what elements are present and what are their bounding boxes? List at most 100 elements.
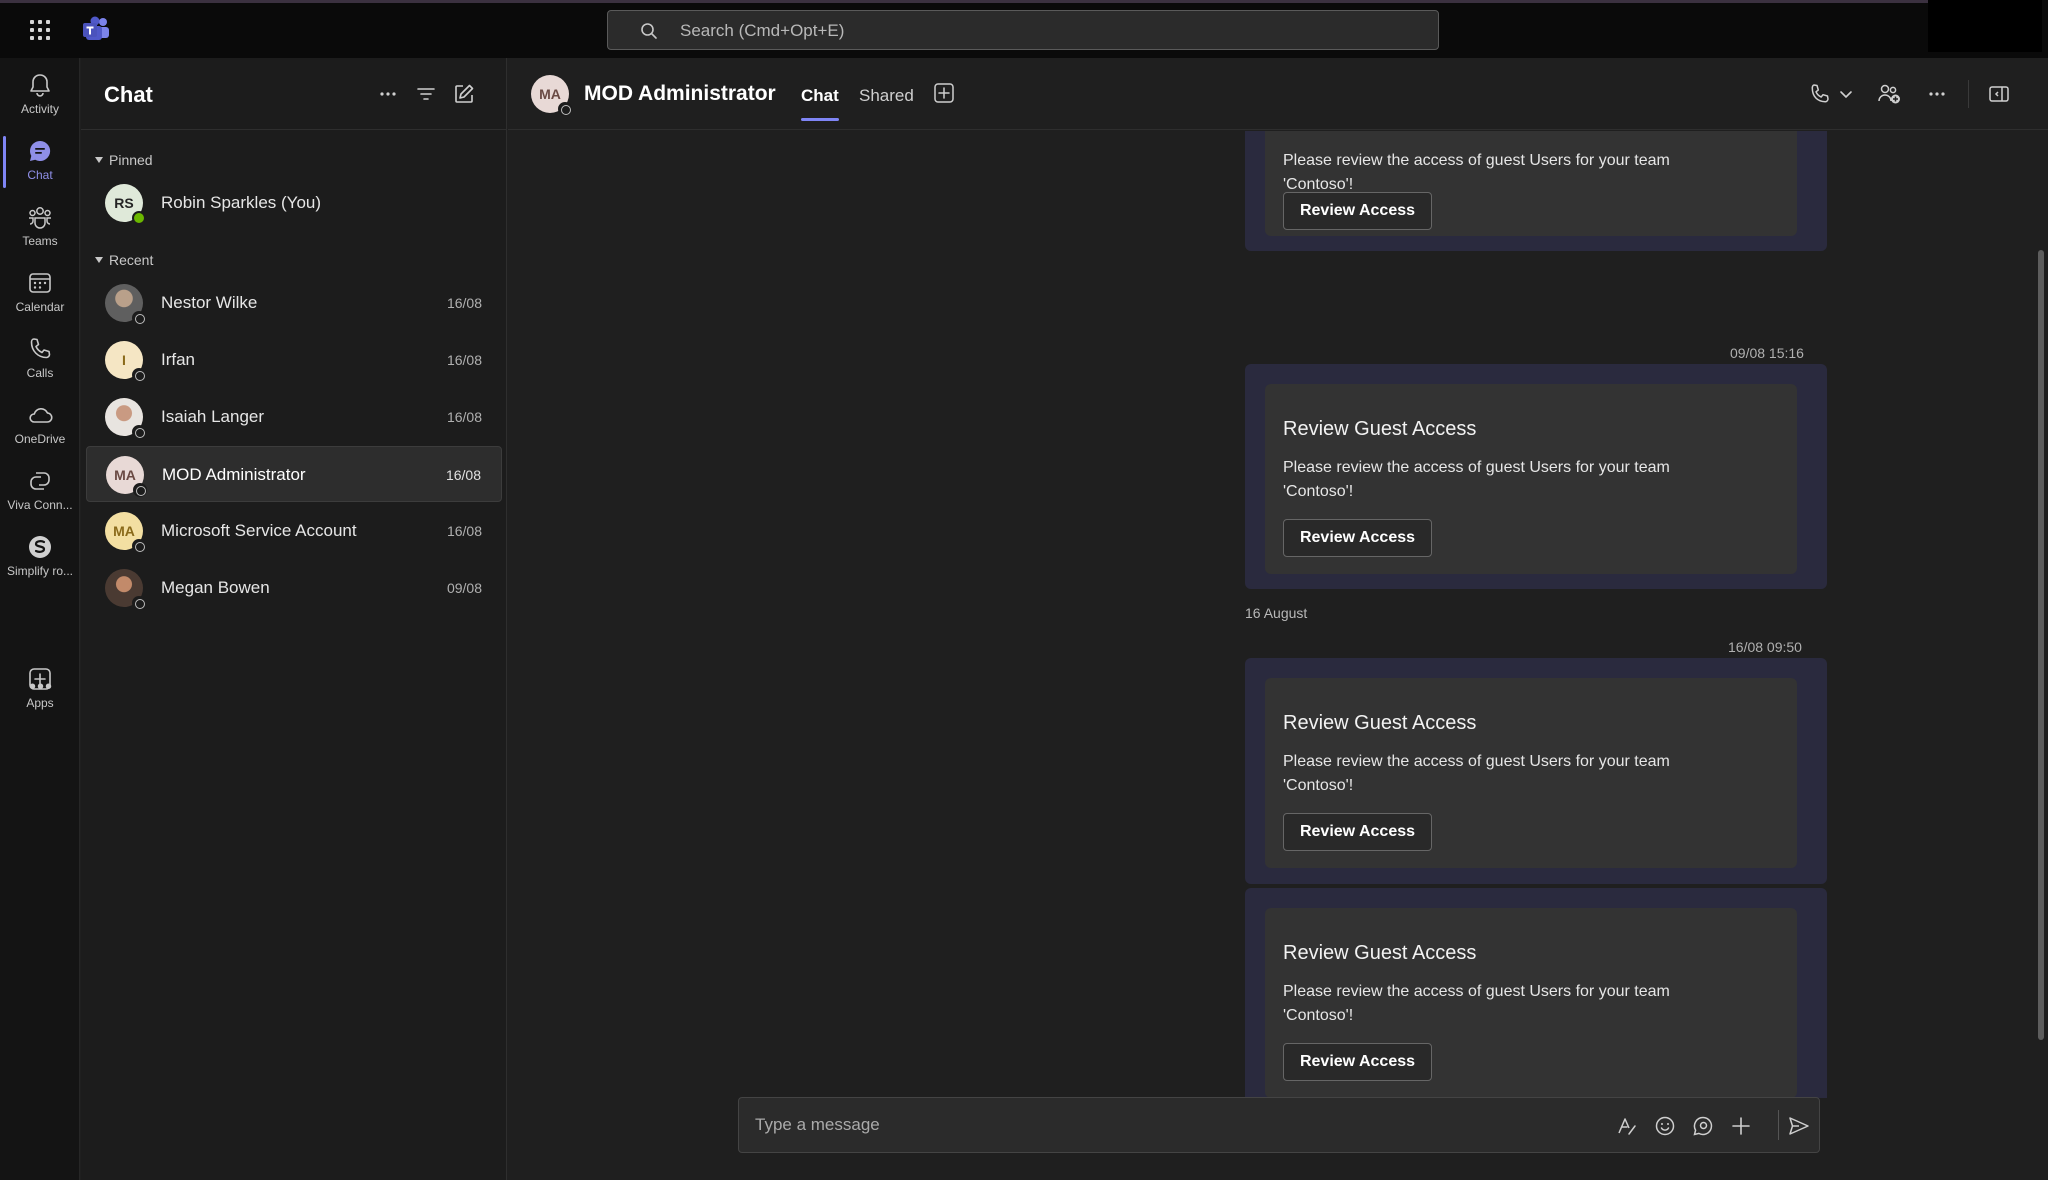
rail-item-apps[interactable]: Apps [0, 658, 80, 720]
filter-icon[interactable] [414, 82, 438, 106]
tab-shared[interactable]: Shared [859, 86, 914, 106]
app-rail: Activity Chat Teams Calendar Calls OneDr… [0, 58, 80, 1180]
chat-row-megan-bowen[interactable]: Megan Bowen 09/08 [86, 560, 502, 616]
plus-icon[interactable] [1729, 1114, 1753, 1138]
avatar: RS [105, 184, 146, 225]
add-tab-icon[interactable] [933, 82, 955, 104]
avatar-photo [105, 398, 146, 439]
message-thread: Please review the access of guest Users … [508, 131, 2048, 1098]
conversation-avatar[interactable]: MA [531, 75, 572, 116]
card-body: Please review the access of guest Users … [1283, 459, 1670, 500]
conversation-pane: MA MOD Administrator Chat Shared Please … [508, 58, 2048, 1180]
chat-row-name: Nestor Wilke [161, 293, 258, 312]
tab-chat[interactable]: Chat [801, 86, 839, 121]
more-options-icon[interactable] [376, 82, 400, 106]
rail-item-teams[interactable]: Teams [0, 196, 80, 258]
conversation-title: MOD Administrator [584, 82, 776, 105]
thread-scrollbar[interactable] [2038, 250, 2044, 1040]
search-icon [641, 23, 657, 39]
review-access-button[interactable]: Review Access [1283, 813, 1432, 851]
composer-placeholder: Type a message [755, 1115, 880, 1134]
adaptive-card: Review Guest Access Please review the ac… [1265, 678, 1797, 868]
chat-row-date: 16/08 [446, 409, 482, 425]
plus-square-icon [29, 668, 51, 690]
avatar: MA [106, 456, 147, 497]
search-placeholder: Search (Cmd+Opt+E) [680, 21, 845, 40]
chat-row-irfan[interactable]: I Irfan 16/08 [86, 332, 502, 388]
pinned-section-header[interactable]: Pinned [95, 152, 153, 168]
chat-row-nestor-wilke[interactable]: Nestor Wilke 16/08 [86, 275, 502, 331]
status-offline-icon [132, 368, 146, 382]
emoji-icon[interactable] [1653, 1114, 1677, 1138]
card-body: Please review the access of guest Users … [1283, 753, 1670, 794]
add-people-icon[interactable] [1876, 82, 1902, 106]
rail-item-simplify[interactable]: Simplify ro... [0, 526, 80, 588]
avatar-initials: MA [539, 86, 561, 102]
side-panel-icon[interactable] [1987, 82, 2011, 106]
top-bar: Search (Cmd+Opt+E) [0, 0, 2048, 58]
message-composer[interactable]: Type a message [738, 1097, 1820, 1153]
teams-logo-icon [83, 16, 109, 40]
message-group: Review Guest Access Please review the ac… [1245, 888, 1827, 1098]
chat-row-date: 16/08 [446, 295, 482, 311]
loop-icon[interactable] [1691, 1114, 1715, 1138]
status-offline-icon [558, 102, 572, 116]
avatar: I [105, 341, 146, 382]
rail-item-activity[interactable]: Activity [0, 64, 80, 126]
rail-item-calls[interactable]: Calls [0, 328, 80, 390]
chat-row-name: Microsoft Service Account [161, 521, 357, 540]
status-offline-icon [132, 539, 146, 553]
chat-row-name: Megan Bowen [161, 578, 270, 597]
rail-item-calendar[interactable]: Calendar [0, 262, 80, 324]
review-access-button[interactable]: Review Access [1283, 519, 1432, 557]
chat-row-date: 16/08 [445, 467, 481, 483]
rail-label: Viva Conn... [7, 498, 73, 512]
chat-row-robin-sparkles[interactable]: RS Robin Sparkles (You) [86, 175, 502, 231]
chat-list-header: Chat [81, 58, 507, 130]
viva-icon [30, 472, 50, 490]
title-accent-line [0, 0, 1928, 3]
rail-label: OneDrive [14, 432, 66, 446]
chat-icon [30, 140, 51, 161]
avatar-photo [105, 569, 146, 610]
rail-item-chat[interactable]: Chat [0, 130, 80, 192]
review-access-button[interactable]: Review Access [1283, 1043, 1432, 1081]
chat-row-microsoft-service-account[interactable]: MA Microsoft Service Account 16/08 [86, 503, 502, 559]
send-icon[interactable] [1787, 1114, 1811, 1138]
new-chat-icon[interactable] [452, 82, 476, 106]
pinned-label: Pinned [109, 152, 153, 168]
more-options-icon[interactable] [1925, 82, 1949, 106]
status-offline-icon [132, 596, 146, 610]
call-icon[interactable] [1808, 82, 1832, 106]
rail-item-onedrive[interactable]: OneDrive [0, 394, 80, 456]
avatar-initials: I [122, 352, 126, 368]
calendar-icon [29, 273, 51, 293]
bell-icon [30, 74, 50, 97]
status-offline-icon [133, 483, 147, 497]
chevron-down-icon[interactable] [1838, 86, 1854, 102]
rail-label: Calendar [15, 300, 65, 314]
rail-label: Chat [27, 168, 53, 182]
teams-icon [29, 207, 51, 229]
review-access-button[interactable]: Review Access [1283, 192, 1432, 230]
adaptive-card: Review Guest Access Please review the ac… [1265, 384, 1797, 574]
window-controls-area [1928, 0, 2042, 52]
rail-label: Teams [22, 234, 58, 248]
simplify-icon [29, 536, 51, 558]
message-group: Review Guest Access Please review the ac… [1245, 658, 1827, 884]
chat-row-date: 16/08 [446, 352, 482, 368]
rail-item-viva[interactable]: Viva Conn... [0, 460, 80, 522]
chat-row-mod-administrator[interactable]: MA MOD Administrator 16/08 [86, 446, 502, 502]
composer-divider [1778, 1110, 1779, 1140]
format-icon[interactable] [1615, 1114, 1639, 1138]
search-input[interactable]: Search (Cmd+Opt+E) [607, 10, 1439, 50]
avatar: MA [105, 512, 146, 553]
chat-row-isaiah-langer[interactable]: Isaiah Langer 16/08 [86, 389, 502, 445]
chat-list-title: Chat [104, 82, 153, 107]
adaptive-card: Please review the access of guest Users … [1265, 131, 1797, 236]
avatar-initials: MA [114, 467, 136, 483]
chat-row-name: Isaiah Langer [161, 407, 265, 426]
app-launcher-icon[interactable] [28, 18, 52, 42]
recent-section-header[interactable]: Recent [95, 252, 153, 268]
chat-row-name: Robin Sparkles (You) [161, 193, 322, 212]
